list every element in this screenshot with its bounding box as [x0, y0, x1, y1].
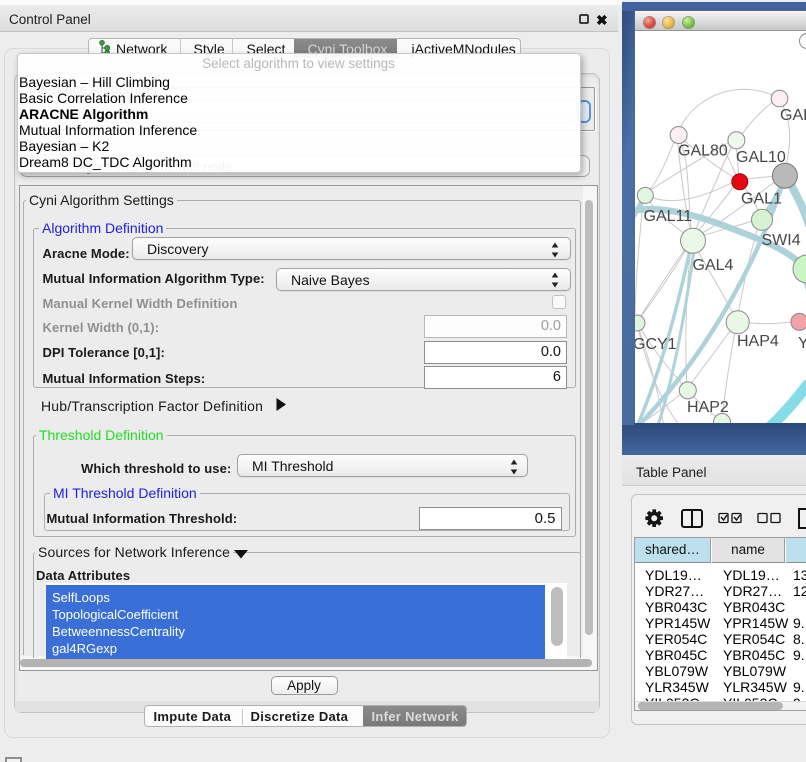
- svg-text:SWI4: SWI4: [762, 232, 801, 249]
- svg-text:HAP4: HAP4: [737, 333, 779, 350]
- svg-text:GAL1: GAL1: [741, 191, 782, 208]
- svg-text:Y: Y: [798, 335, 806, 352]
- svg-text:GAL7: GAL7: [780, 107, 806, 124]
- svg-text:GAL10: GAL10: [736, 149, 786, 166]
- svg-text:GAL80: GAL80: [678, 143, 728, 160]
- svg-text:GAL11: GAL11: [644, 208, 693, 225]
- svg-text:HAP2: HAP2: [687, 399, 729, 416]
- svg-text:GCY1: GCY1: [635, 336, 677, 353]
- svg-text:GAL4: GAL4: [693, 257, 734, 274]
